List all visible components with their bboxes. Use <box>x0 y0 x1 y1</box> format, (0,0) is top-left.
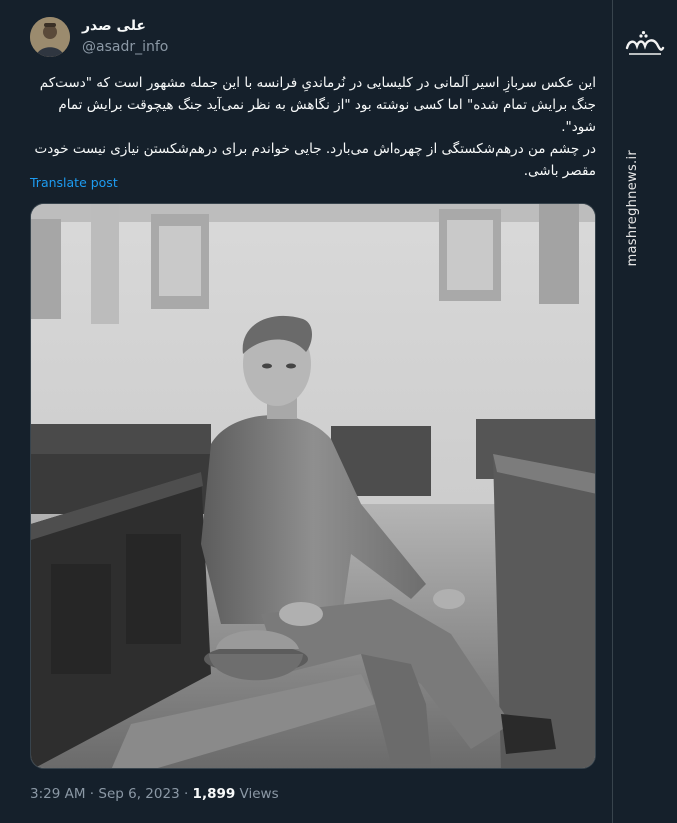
tweet-card: علی صدر @asadr_info این عکس سربازِ اسیر … <box>0 0 612 823</box>
post-metadata: 3:29 AM · Sep 6, 2023 · 1,899 Views <box>30 786 279 802</box>
watermark-url: mashreghnews.ir <box>625 150 640 267</box>
translate-post-link[interactable]: Translate post <box>30 175 118 190</box>
post-text: این عکس سربازِ اسیر آلمانی در کلیسایی در… <box>30 72 596 182</box>
post-time[interactable]: 3:29 AM <box>30 786 86 802</box>
meta-separator: · <box>89 786 95 802</box>
mashregh-watermark: mashreghnews.ir <box>613 0 677 823</box>
church-soldier-photo <box>31 204 595 768</box>
post-text-line: این عکس سربازِ اسیر آلمانی در کلیسایی در… <box>39 75 596 135</box>
mashregh-logo <box>623 30 667 60</box>
views-label: Views <box>239 786 279 802</box>
post-date[interactable]: Sep 6, 2023 <box>98 786 179 802</box>
post-photo[interactable] <box>30 203 596 769</box>
author-handle[interactable]: @asadr_info <box>82 39 168 55</box>
avatar[interactable] <box>30 17 70 57</box>
author-display-name[interactable]: علی صدر <box>82 18 146 34</box>
views-count: 1,899 <box>192 786 236 802</box>
meta-separator: · <box>183 786 189 802</box>
